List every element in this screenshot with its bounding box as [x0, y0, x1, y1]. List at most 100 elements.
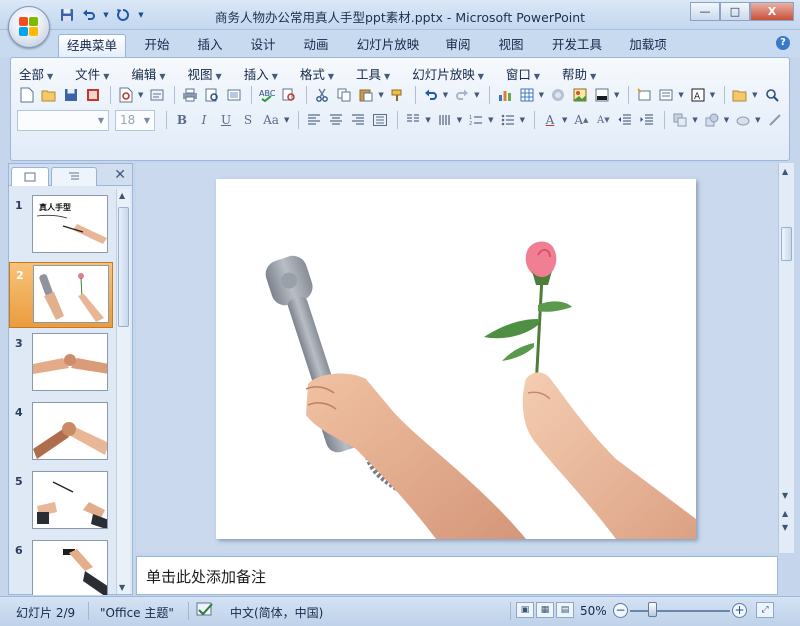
next-slide-icon[interactable]: ▼ — [782, 523, 788, 532]
chevron-down-icon[interactable]: ▼ — [284, 116, 289, 124]
print-preview-icon[interactable] — [116, 85, 136, 105]
shape-outline-icon[interactable] — [765, 110, 785, 130]
chevron-down-icon[interactable]: ▼ — [710, 91, 715, 99]
chevron-down-icon[interactable]: ▼ — [457, 116, 462, 124]
outline-tab[interactable] — [51, 167, 97, 186]
insert-picture-icon[interactable] — [570, 85, 590, 105]
close-button[interactable]: X — [750, 2, 794, 21]
slide-vertical-scrollbar[interactable]: ▲ ▼ ▲ ▼ — [778, 163, 794, 553]
slide-thumbnail-4[interactable]: 4 — [9, 400, 113, 466]
spelling-check-icon[interactable] — [196, 602, 214, 621]
align-right-icon[interactable] — [348, 110, 368, 130]
shadow-button[interactable]: S — [238, 110, 258, 130]
spelling-icon[interactable]: ABC — [257, 85, 277, 105]
slide-sorter-view-icon[interactable]: ▦ — [536, 602, 554, 618]
language-indicator[interactable]: 中文(简体，中国) — [230, 604, 323, 621]
maximize-button[interactable]: □ — [720, 2, 750, 21]
copy-icon[interactable] — [334, 85, 354, 105]
tab-slideshow[interactable]: 幻灯片放映 — [350, 34, 426, 57]
paste-icon[interactable] — [356, 85, 376, 105]
insert-table-icon[interactable] — [517, 85, 537, 105]
bold-button[interactable]: B — [172, 110, 192, 130]
italic-button[interactable]: I — [194, 110, 214, 130]
chevron-down-icon[interactable]: ▼ — [138, 91, 143, 99]
new-slide-icon[interactable] — [634, 85, 654, 105]
scroll-down-icon[interactable]: ▼ — [119, 583, 125, 592]
shrink-font-icon[interactable]: A ▼ — [593, 110, 613, 130]
menu-all[interactable]: 全部 ▼ — [19, 64, 53, 82]
close-panel-icon[interactable]: ✕ — [114, 167, 126, 183]
fit-to-window-icon[interactable]: ⤢ — [756, 602, 774, 618]
print-icon[interactable] — [180, 85, 200, 105]
help-icon[interactable]: ? — [776, 36, 790, 50]
chevron-down-icon[interactable]: ▼ — [520, 116, 525, 124]
slide-thumbnail-2[interactable]: 2 — [9, 262, 113, 328]
attach-icon[interactable] — [147, 85, 167, 105]
tab-view[interactable]: 视图 — [488, 34, 534, 57]
chevron-down-icon[interactable]: ▼ — [614, 91, 619, 99]
slide-thumbnail-3[interactable]: 3 — [9, 331, 113, 397]
columns-icon[interactable] — [403, 110, 423, 130]
chevron-down-icon[interactable]: ▼ — [378, 91, 383, 99]
menu-slideshow[interactable]: 幻灯片放映 ▼ — [412, 64, 484, 82]
menu-format[interactable]: 格式 ▼ — [300, 64, 334, 82]
tab-design[interactable]: 设计 — [240, 34, 286, 57]
chevron-down-icon[interactable]: ▼ — [724, 116, 729, 124]
chevron-down-icon[interactable]: ▼ — [425, 116, 430, 124]
redo-icon[interactable] — [452, 85, 472, 105]
decrease-indent-icon[interactable] — [615, 110, 635, 130]
insert-chart-icon[interactable] — [495, 85, 515, 105]
arrange-icon[interactable] — [670, 110, 690, 130]
menu-edit[interactable]: 编辑 ▼ — [131, 64, 165, 82]
slides-tab[interactable] — [11, 167, 49, 186]
menu-help[interactable]: 帮助 ▼ — [562, 64, 596, 82]
research-icon[interactable] — [279, 85, 299, 105]
text-direction-icon[interactable] — [435, 110, 455, 130]
zoom-out-button[interactable]: − — [613, 603, 628, 618]
minimize-button[interactable]: — — [690, 2, 720, 21]
zoom-slider-track[interactable] — [630, 610, 730, 612]
tab-insert[interactable]: 插入 — [187, 34, 233, 57]
menu-window[interactable]: 窗口 ▼ — [506, 64, 540, 82]
slide-thumbnail-6[interactable]: 6 — [9, 538, 113, 595]
slideshow-view-icon[interactable]: ▤ — [556, 602, 574, 618]
menu-view[interactable]: 视图 ▼ — [188, 64, 222, 82]
tab-classic-menu[interactable]: 经典菜单 — [58, 34, 126, 57]
chevron-down-icon[interactable]: ▼ — [562, 116, 567, 124]
change-case-button[interactable]: Aa — [260, 110, 282, 130]
zoom-slider-thumb[interactable] — [648, 602, 657, 617]
current-slide[interactable] — [216, 179, 696, 542]
grow-font-icon[interactable]: A ▲ — [571, 110, 591, 130]
preview-icon[interactable] — [202, 85, 222, 105]
theme-name[interactable]: "Office 主题" — [100, 604, 174, 621]
justify-icon[interactable] — [370, 110, 390, 130]
slide-thumbnail-1[interactable]: 1 真人手型 — [9, 193, 113, 259]
increase-indent-icon[interactable] — [637, 110, 657, 130]
menu-tools[interactable]: 工具 ▼ — [356, 64, 390, 82]
office-button[interactable] — [8, 6, 50, 48]
chevron-down-icon[interactable]: ▼ — [488, 116, 493, 124]
scroll-up-icon[interactable]: ▲ — [119, 191, 125, 200]
undo-icon[interactable] — [421, 85, 441, 105]
menu-file[interactable]: 文件 ▼ — [75, 64, 109, 82]
tab-developer[interactable]: 开发工具 — [545, 34, 609, 57]
font-size-combo[interactable]: 18 ▼ — [115, 109, 155, 131]
menu-insert[interactable]: 插入 ▼ — [244, 64, 278, 82]
chevron-down-icon[interactable]: ▼ — [755, 116, 760, 124]
tab-addins[interactable]: 加载项 — [620, 34, 676, 57]
scrollbar-thumb[interactable] — [118, 207, 129, 327]
save-icon[interactable] — [61, 85, 81, 105]
font-name-combo[interactable]: ▼ — [17, 109, 109, 131]
slide-layout-icon[interactable] — [656, 85, 676, 105]
insert-clipart-icon[interactable] — [548, 85, 568, 105]
permission-icon[interactable] — [83, 85, 103, 105]
folder-icon[interactable] — [730, 85, 750, 105]
chevron-down-icon[interactable]: ▼ — [474, 91, 479, 99]
chevron-down-icon[interactable]: ▼ — [539, 91, 544, 99]
shape-fill-icon[interactable] — [733, 110, 753, 130]
notes-pane[interactable]: 单击此处添加备注 — [136, 556, 778, 595]
scroll-down-icon[interactable]: ▼ — [782, 491, 788, 500]
tab-animation[interactable]: 动画 — [293, 34, 339, 57]
slide-thumbnail-5[interactable]: 5 — [9, 469, 113, 535]
scroll-up-icon[interactable]: ▲ — [782, 167, 788, 176]
